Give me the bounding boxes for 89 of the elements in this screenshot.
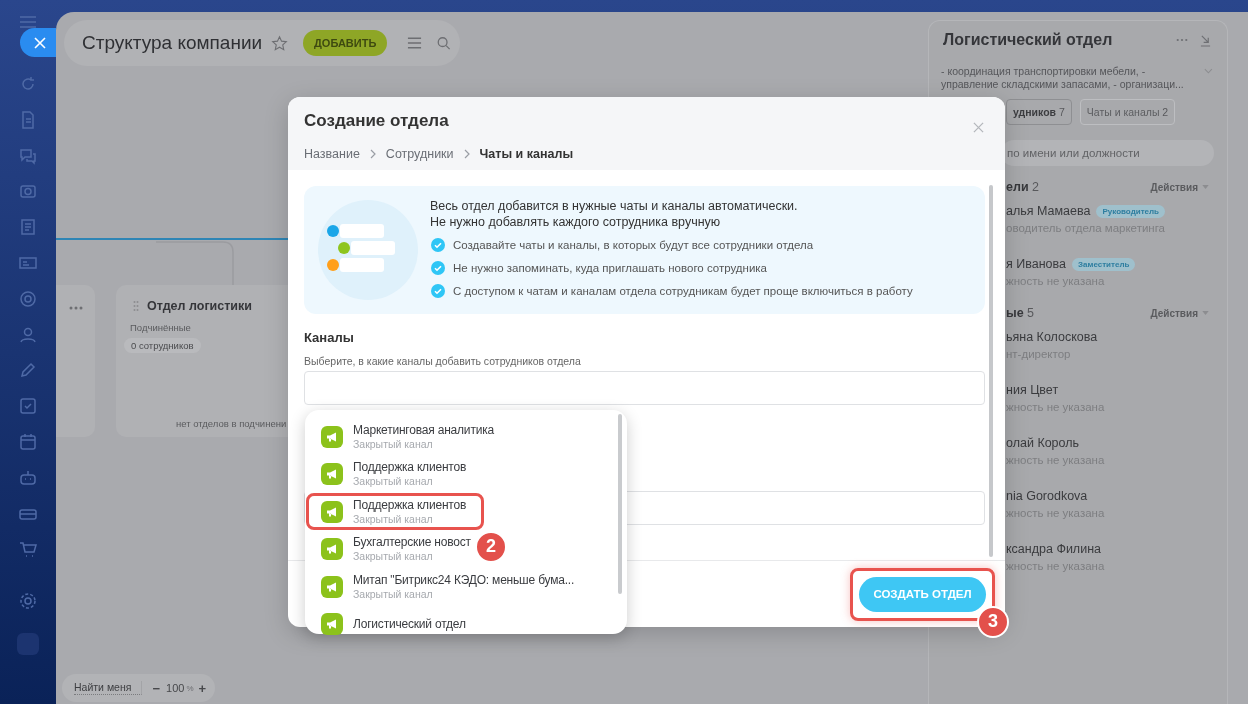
benefit-text: Не нужно запоминать, куда приглашать нового сотрудника (453, 262, 767, 274)
panel-title: Логистический отдел (943, 31, 1114, 49)
subordinates-label: Подчинённые (130, 322, 192, 333)
benefit-text: С доступом к чатам и каналам отдела сотрудникам будет проще включиться в работу (453, 285, 913, 297)
channel-option[interactable]: Логистический отдел (305, 605, 466, 643)
megaphone-icon (321, 463, 343, 486)
member-name[interactable]: олай Король (1006, 436, 1080, 450)
search-icon[interactable] (436, 36, 452, 50)
panel-tab[interactable]: удников 7 (1006, 99, 1072, 125)
channel-type: Закрытый канал (353, 437, 434, 451)
empty-note: нет отделов в подчинени (176, 418, 287, 429)
zoom-in-button[interactable]: + (198, 680, 207, 696)
cart-icon[interactable] (18, 539, 38, 560)
chevron-right-icon (463, 149, 470, 159)
breadcrumb-step[interactable]: Сотрудники (385, 146, 454, 162)
megaphone-icon (321, 575, 343, 598)
megaphone-icon (321, 425, 343, 448)
scrollbar[interactable] (989, 185, 993, 557)
role-badge: Заместитель (1072, 257, 1136, 271)
drag-handle-icon[interactable] (133, 300, 139, 312)
member-name[interactable]: ьяна Колоскова (1006, 330, 1098, 344)
role-badge: Руководитель (1096, 204, 1165, 218)
check-icon (431, 238, 445, 252)
find-me-button[interactable]: Найти меня (74, 681, 143, 695)
actions-button[interactable]: Действия (1150, 307, 1209, 319)
channel-option[interactable]: Маркетинговая аналитика Закрытый канал (305, 418, 494, 456)
scrollbar[interactable] (618, 414, 622, 594)
list-icon[interactable] (18, 217, 38, 238)
channel-name: Поддержка клиентов (353, 460, 467, 476)
member-name[interactable]: алья Мамаева (1006, 204, 1091, 218)
group-title: ели 2 (1006, 180, 1039, 194)
checkbox-icon[interactable] (18, 396, 38, 417)
more-icon[interactable] (69, 306, 83, 310)
zoom-out-button[interactable]: − (152, 680, 160, 696)
section-title: Каналы (304, 330, 355, 346)
close-icon[interactable] (973, 122, 984, 133)
benefit-text: Создавайте чаты и каналы, в которых будут все сотрудники отдела (453, 239, 814, 251)
employee-count: 0 сотрудников (124, 338, 201, 353)
breadcrumb-step[interactable]: Название (304, 146, 360, 162)
add-button[interactable]: ДОБАВИТЬ (303, 30, 388, 56)
channel-option[interactable]: Бухгалтерские новост Закрытый канал (305, 530, 471, 568)
channel-type: Закрытый канал (353, 512, 434, 526)
department-description: - координация транспортировки мебели, - управление складскими запасами, - организаци... (941, 65, 1185, 91)
collapse-icon[interactable] (1200, 33, 1211, 47)
step-badge: 2 (475, 530, 507, 563)
info-text: Не нужно добавлять каждого сотрудника вручную (430, 213, 722, 230)
select-field[interactable] (304, 371, 985, 405)
check-icon (431, 284, 445, 298)
info-text: Весь отдел добавится в нужные чаты и каналы автоматически. (430, 197, 799, 214)
department-card[interactable]: Отдел логистики Подчинённые 0 сотрудников нет отделов в подчинени (116, 285, 288, 437)
channel-option[interactable]: Поддержка клиентов Закрытый канал (305, 455, 467, 493)
menu-icon[interactable] (407, 36, 423, 50)
channel-name: Бухгалтерские новост (353, 535, 471, 551)
zoom-value: 100 (166, 682, 185, 694)
group-title: ые 5 (1006, 306, 1035, 320)
member-name[interactable]: ксандра Филина (1006, 542, 1101, 556)
step-badge: 3 (977, 605, 1009, 638)
megaphone-icon (321, 500, 343, 523)
megaphone-icon (321, 538, 343, 561)
panel-tab[interactable]: Чаты и каналы 2 (1079, 99, 1176, 125)
close-icon (34, 36, 46, 49)
channel-type: Закрытый канал (353, 475, 434, 489)
channel-type: Закрытый канал (353, 587, 434, 601)
member-name[interactable]: nia Gorodkova (1006, 489, 1088, 503)
member-name[interactable]: я Иванова (1006, 257, 1066, 271)
breadcrumb-step[interactable]: Чаты и каналы (479, 146, 574, 162)
department-title: Отдел логистики (147, 299, 252, 313)
dialog-title: Создание отдела (304, 110, 449, 132)
target-icon[interactable] (18, 288, 38, 309)
settings-icon[interactable] (18, 591, 38, 612)
chevron-right-icon (369, 149, 376, 159)
actions-button[interactable]: Действия (1150, 181, 1209, 193)
page-title: Структура компании (82, 32, 263, 54)
channel-option[interactable]: Митап "Битрикс24 КЭДО: меньше бума... Закрытый канал (305, 568, 575, 606)
member-name[interactable]: ния Цвет (1006, 383, 1059, 397)
menu-icon[interactable] (19, 15, 37, 29)
check-icon (431, 261, 445, 275)
close-button[interactable] (20, 28, 56, 57)
field-hint: Выберите, в какие каналы добавить сотрудников отдела (304, 354, 582, 368)
more-icon[interactable] (1176, 38, 1188, 42)
calendar-icon[interactable] (18, 431, 38, 452)
channel-name: Маркетинговая аналитика (353, 422, 494, 438)
chevron-down-icon[interactable] (1204, 68, 1213, 74)
channel-type: Закрытый канал (353, 550, 434, 564)
zoom-unit: % (186, 683, 194, 693)
channel-name: Митап "Битрикс24 КЭДО: меньше бума... (353, 572, 575, 588)
channel-name: Поддержка клиентов (353, 497, 467, 513)
channel-name: Логистический отдел (353, 616, 466, 632)
star-icon[interactable] (271, 34, 289, 52)
